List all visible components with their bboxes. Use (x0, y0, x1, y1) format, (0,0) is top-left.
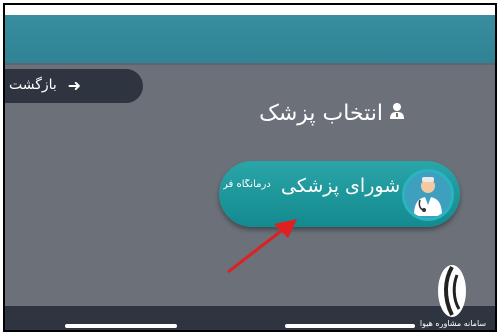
arrow-right-icon: ➜ (67, 76, 81, 95)
app-frame: بازگشت ➜ انتخاب پزشک درمانگاه فر شورای پ… (3, 3, 497, 332)
bottom-tab-1[interactable] (65, 324, 177, 328)
doctor-avatar-icon (402, 169, 454, 221)
top-strip (5, 5, 495, 15)
bottom-tab-2[interactable] (285, 324, 415, 328)
page-title: انتخاب پزشک (259, 101, 405, 126)
card-title: شورای پزشکی (281, 175, 401, 197)
page-title-text: انتخاب پزشک (259, 101, 383, 126)
doctor-icon (389, 102, 405, 125)
back-button-label: بازگشت (9, 77, 57, 93)
doctor-council-card[interactable]: درمانگاه فر شورای پزشکی (219, 161, 460, 227)
card-subtitle: درمانگاه فر (223, 179, 271, 190)
watermark-text: سامانه مشاوره هیوا (419, 319, 487, 328)
top-header (5, 5, 495, 65)
back-button[interactable]: بازگشت ➜ (5, 69, 143, 103)
watermark-logo: سامانه مشاوره هیوا (420, 261, 486, 330)
